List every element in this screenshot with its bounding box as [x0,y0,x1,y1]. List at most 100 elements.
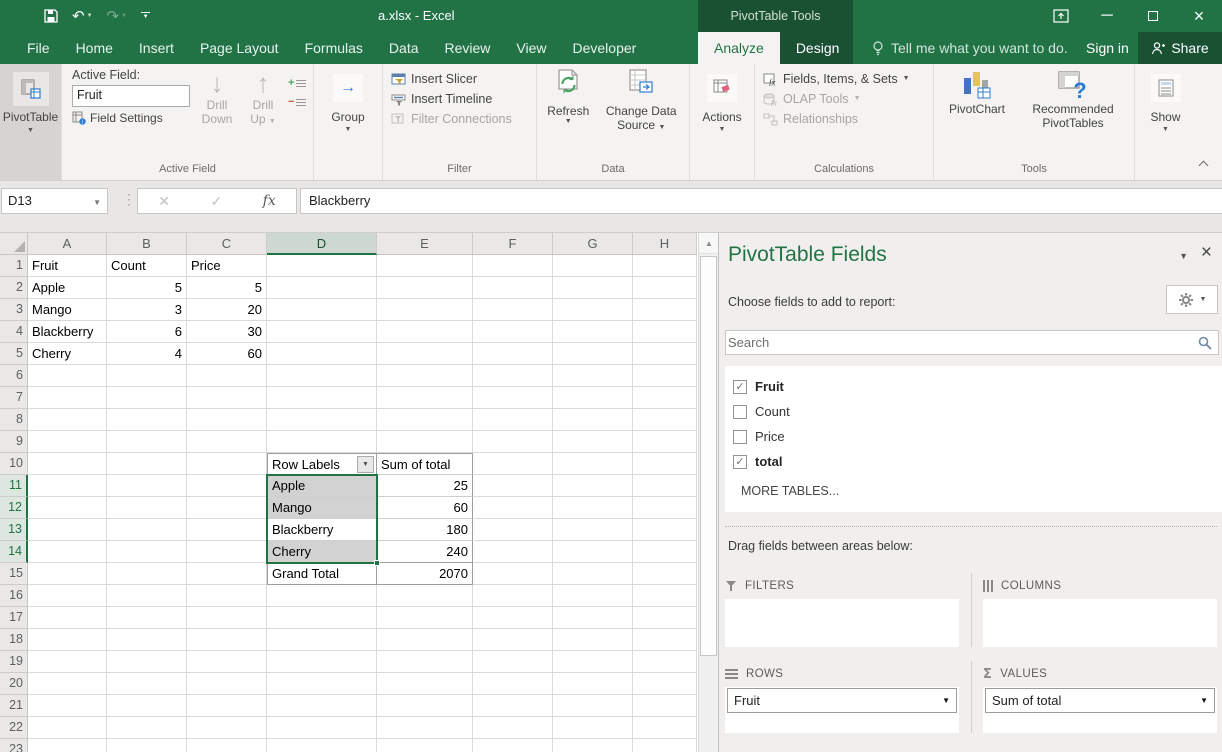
cell-A14[interactable] [28,541,107,563]
cell-B21[interactable] [107,695,187,717]
search-input[interactable] [728,333,1188,352]
cell-B20[interactable] [107,673,187,695]
cell-B5[interactable]: 4 [107,343,187,365]
cell-D20[interactable] [267,673,377,695]
row-header-8[interactable]: 8 [0,409,28,431]
scrollbar-thumb[interactable] [700,256,717,656]
cell-F3[interactable] [473,299,553,321]
cell-E19[interactable] [377,651,473,673]
cell-H13[interactable] [633,519,697,541]
cell-H9[interactable] [633,431,697,453]
cell-G19[interactable] [553,651,633,673]
filters-area[interactable]: FILTERS [725,573,971,647]
chevron-down-icon[interactable]: ▼ [942,696,950,705]
cell-A22[interactable] [28,717,107,739]
cell-C4[interactable]: 30 [187,321,267,343]
cell-E3[interactable] [377,299,473,321]
cell-F21[interactable] [473,695,553,717]
cell-E13[interactable]: 180 [377,519,473,541]
cell-D10[interactable]: Row Labels▼ [267,453,377,475]
row-header-18[interactable]: 18 [0,629,28,651]
confirm-entry-icon[interactable]: ✓ [210,193,222,210]
column-header-C[interactable]: C [187,233,267,255]
pivotchart-button[interactable]: PivotChart [941,68,1013,162]
cell-H8[interactable] [633,409,697,431]
cell-E8[interactable] [377,409,473,431]
cell-D12[interactable]: Mango [267,497,377,519]
row-header-21[interactable]: 21 [0,695,28,717]
cell-A11[interactable] [28,475,107,497]
cell-C16[interactable] [187,585,267,607]
cell-G17[interactable] [553,607,633,629]
cell-H20[interactable] [633,673,697,695]
pane-options-icon[interactable]: ▼ [1179,251,1188,261]
active-field-input[interactable]: Fruit [72,85,190,107]
name-box-dropdown-icon[interactable]: ▼ [93,198,101,207]
cell-A1[interactable]: Fruit [28,255,107,277]
field-checkbox-price[interactable] [733,430,747,444]
group-button[interactable]: → Group ▼ [331,68,364,134]
scrollbar-up-arrow[interactable]: ▲ [699,233,719,254]
column-header-D[interactable]: D [267,233,377,255]
drill-up-button[interactable]: ↑ Drill Up ▼ [240,68,286,162]
row-header-19[interactable]: 19 [0,651,28,673]
cell-D17[interactable] [267,607,377,629]
cell-G23[interactable] [553,739,633,752]
filters-drop-box[interactable] [725,599,959,647]
cell-E16[interactable] [377,585,473,607]
field-item-total[interactable]: ✓total [733,449,1222,474]
cell-G6[interactable] [553,365,633,387]
cell-C9[interactable] [187,431,267,453]
cell-A21[interactable] [28,695,107,717]
column-header-G[interactable]: G [553,233,633,255]
cell-G2[interactable] [553,277,633,299]
cell-F14[interactable] [473,541,553,563]
cell-F9[interactable] [473,431,553,453]
cell-A6[interactable] [28,365,107,387]
cell-G20[interactable] [553,673,633,695]
cell-H14[interactable] [633,541,697,563]
cell-A23[interactable] [28,739,107,752]
cell-B19[interactable] [107,651,187,673]
chevron-down-icon[interactable]: ▼ [1200,696,1208,705]
cell-C5[interactable]: 60 [187,343,267,365]
cell-E14[interactable]: 240 [377,541,473,563]
cell-G21[interactable] [553,695,633,717]
cell-D8[interactable] [267,409,377,431]
cell-D3[interactable] [267,299,377,321]
cell-D4[interactable] [267,321,377,343]
cell-F23[interactable] [473,739,553,752]
cell-B22[interactable] [107,717,187,739]
save-icon[interactable] [44,9,58,23]
cell-A20[interactable] [28,673,107,695]
tab-home[interactable]: Home [63,32,126,64]
cell-A8[interactable] [28,409,107,431]
cell-F12[interactable] [473,497,553,519]
cell-B11[interactable] [107,475,187,497]
cell-B18[interactable] [107,629,187,651]
cell-C11[interactable] [187,475,267,497]
row-header-16[interactable]: 16 [0,585,28,607]
cell-E1[interactable] [377,255,473,277]
cell-A13[interactable] [28,519,107,541]
close-button[interactable]: × [1176,0,1222,32]
cell-C1[interactable]: Price [187,255,267,277]
cell-E21[interactable] [377,695,473,717]
row-header-5[interactable]: 5 [0,343,28,365]
cell-B7[interactable] [107,387,187,409]
cell-F4[interactable] [473,321,553,343]
redo-button[interactable]: ↷▼ [107,7,128,25]
cell-F16[interactable] [473,585,553,607]
cell-F2[interactable] [473,277,553,299]
maximize-button[interactable] [1130,0,1176,32]
tab-data[interactable]: Data [376,32,432,64]
tab-view[interactable]: View [503,32,559,64]
cell-H16[interactable] [633,585,697,607]
cell-F22[interactable] [473,717,553,739]
tell-me-box[interactable]: Tell me what you want to do. [872,32,1068,64]
cell-A17[interactable] [28,607,107,629]
cell-D7[interactable] [267,387,377,409]
row-header-17[interactable]: 17 [0,607,28,629]
cell-C3[interactable]: 20 [187,299,267,321]
cell-B1[interactable]: Count [107,255,187,277]
